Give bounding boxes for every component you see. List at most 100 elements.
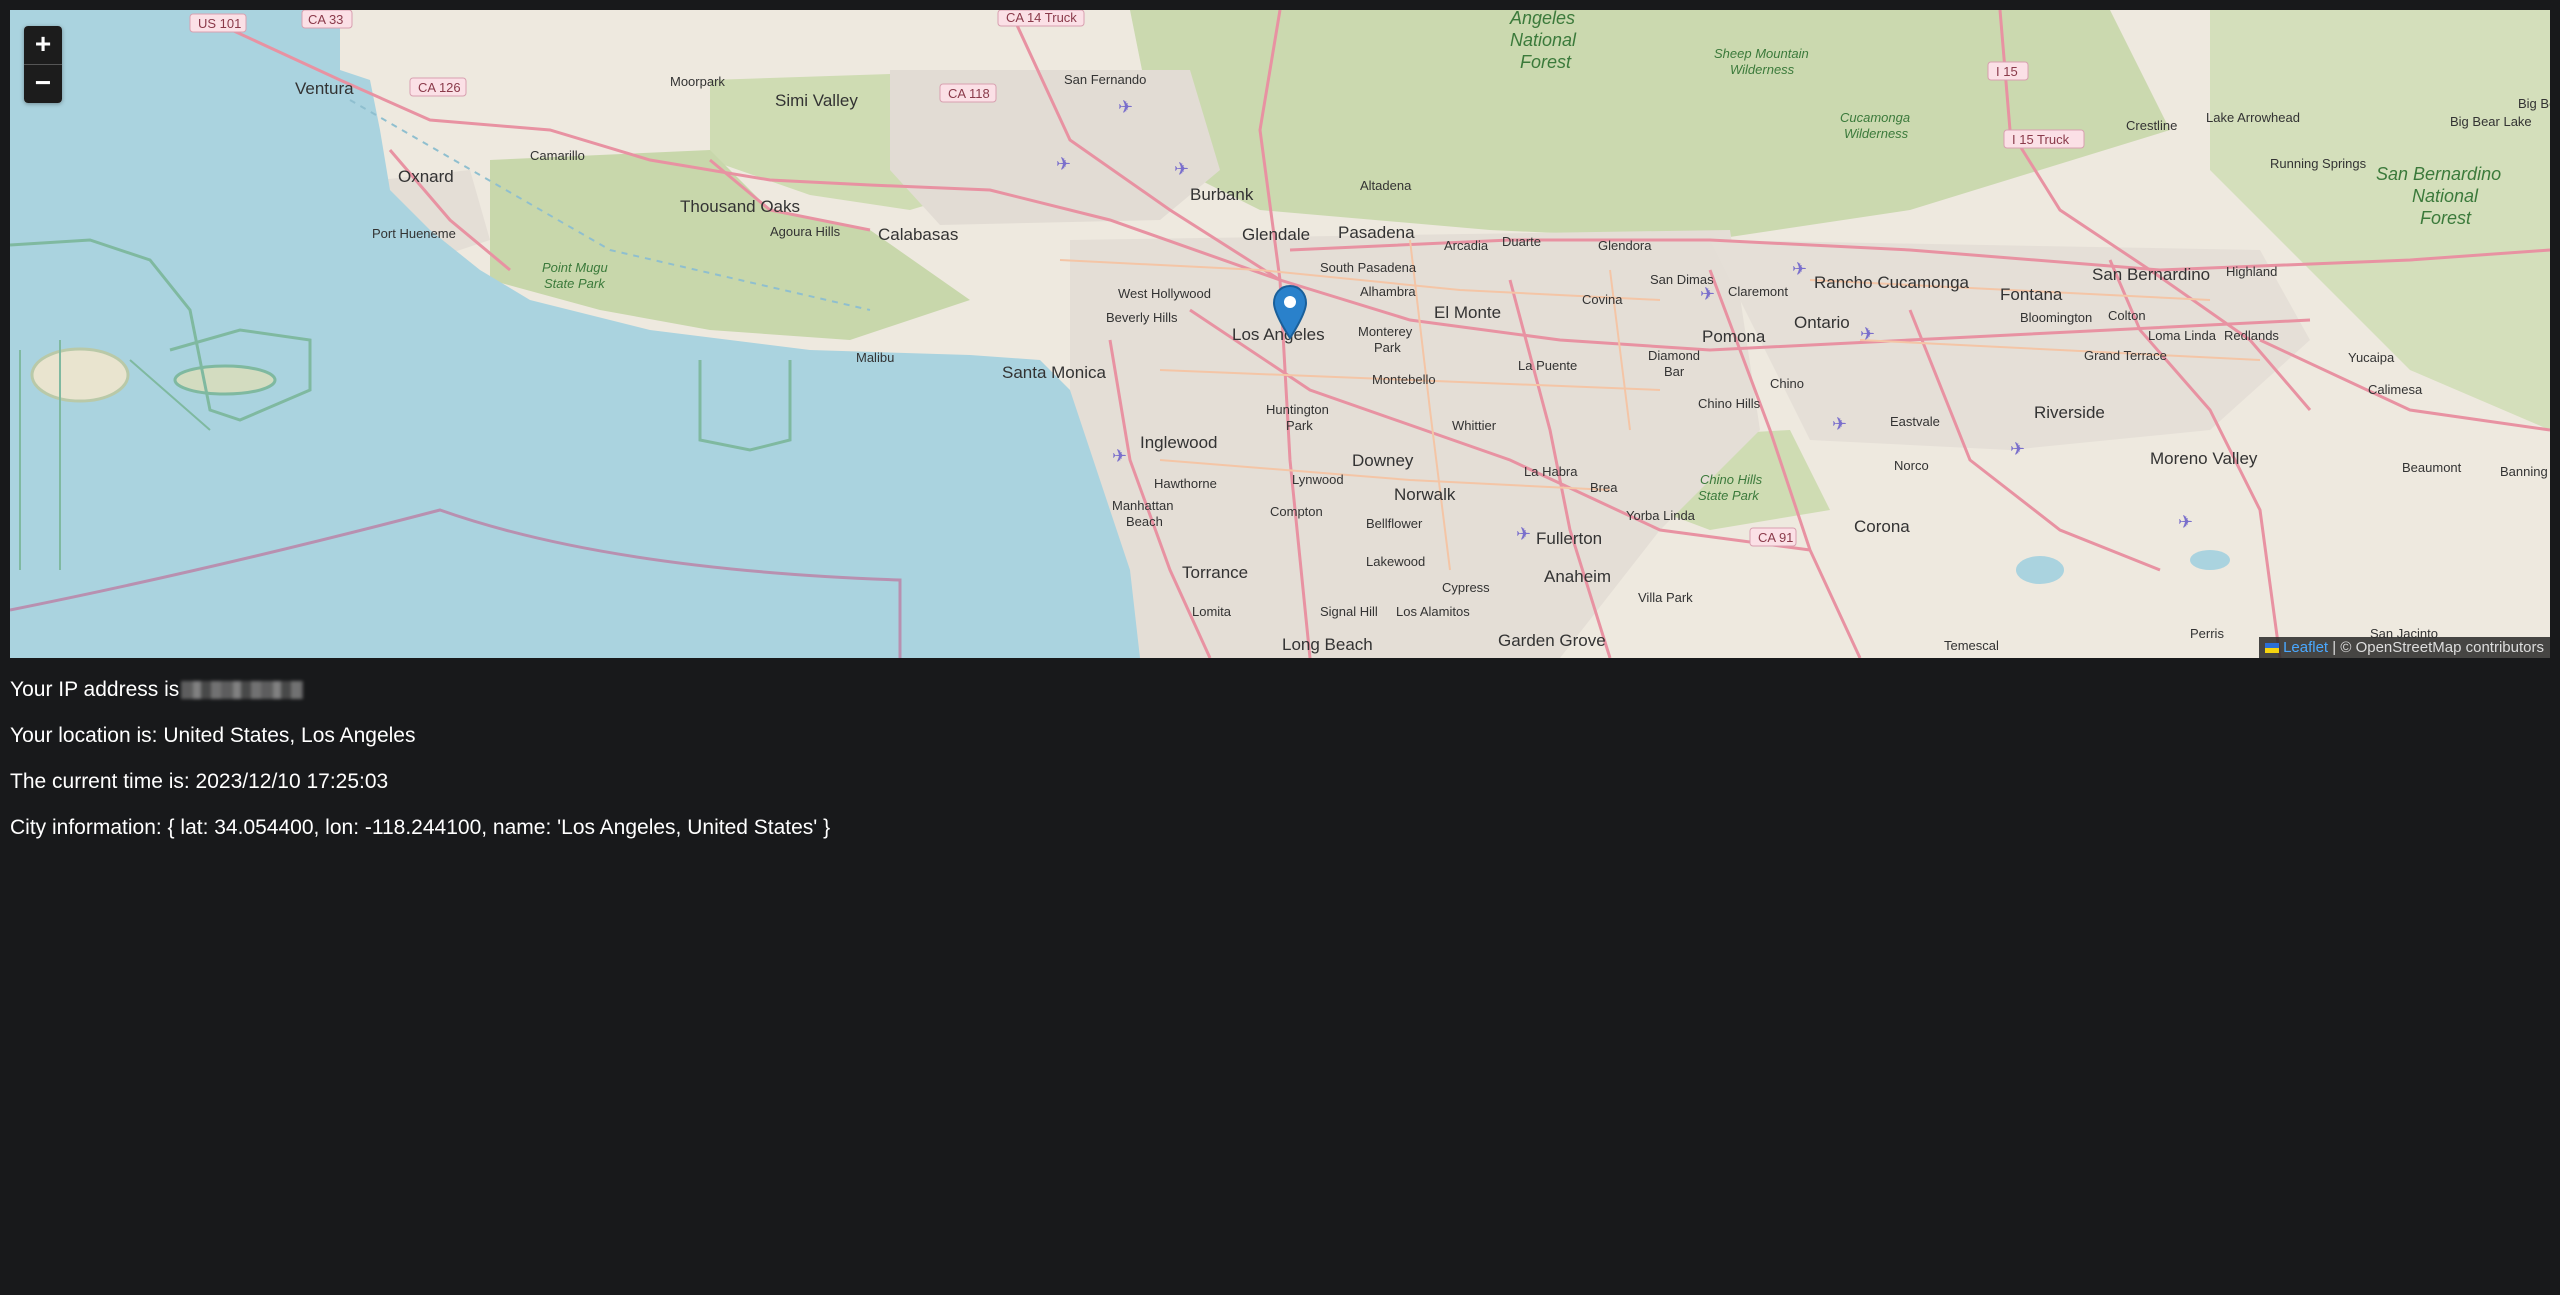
airport-icon: ✈ [1700,284,1715,305]
airport-icon: ✈ [1112,446,1127,467]
place-label: La Puente [1518,358,1577,373]
place-label: Pasadena [1338,223,1415,242]
place-label: State Park [544,276,606,291]
place-label: Signal Hill [1320,604,1378,619]
place-label: Pomona [1702,327,1766,346]
place-label: Claremont [1728,284,1788,299]
place-label: Beach [1126,514,1163,529]
place-label: Lake Arrowhead [2206,110,2300,125]
attribution-separator: | [2328,639,2341,656]
place-label: Bar [1664,364,1685,379]
place-label: Angeles [1509,10,1575,28]
place-label: Burbank [1190,185,1254,204]
airport-icon: ✈ [1118,97,1133,118]
airport-icon: ✈ [1056,154,1071,175]
place-label: Agoura Hills [770,224,841,239]
place-label: Hawthorne [1154,476,1217,491]
redacted-ip [181,681,304,700]
place-label: Glendale [1242,225,1310,244]
zoom-control: + − [24,26,62,103]
place-label: Montebello [1372,372,1436,387]
place-label: Downey [1352,451,1414,470]
place-label: Forest [2420,208,2472,228]
place-label: Monterey [1358,324,1413,339]
leaflet-link[interactable]: Leaflet [2283,639,2328,656]
map-attribution: Leaflet | © OpenStreetMap contributors [2259,637,2550,658]
place-label: Huntington [1266,402,1329,417]
zoom-out-button[interactable]: − [24,64,62,103]
place-label: Banning [2500,464,2548,479]
place-label: Fullerton [1536,529,1602,548]
city-info-line: City information: { lat: 34.054400, lon:… [10,816,831,839]
place-label: Chino Hills [1700,472,1763,487]
place-label: Loma Linda [2148,328,2217,343]
place-label: Long Beach [1282,635,1373,654]
place-label: Norco [1894,458,1929,473]
place-label: Chino [1770,376,1804,391]
place-label: La Habra [1524,464,1578,479]
place-label: Highland [2226,264,2277,279]
airport-icon: ✈ [1516,524,1531,545]
place-label: West Hollywood [1118,286,1211,301]
place-label: San Fernando [1064,72,1146,87]
place-label: Bloomington [2020,310,2092,325]
airport-icon: ✈ [1792,259,1807,280]
place-label: Park [1374,340,1401,355]
place-label: Redlands [2224,328,2279,343]
place-label: Simi Valley [775,91,858,110]
place-label: Sheep Mountain [1714,46,1809,61]
place-label: Whittier [1452,418,1497,433]
place-label: Big Be [2518,96,2550,111]
airport-icon: ✈ [2178,512,2193,533]
map-pin-icon[interactable] [1272,284,1308,340]
airport-icon: ✈ [1832,414,1847,435]
place-label: Perris [2190,626,2224,641]
place-label: Manhattan [1112,498,1173,513]
place-label: Diamond [1648,348,1700,363]
place-label: Torrance [1182,563,1248,582]
place-label: Grand Terrace [2084,348,2167,363]
place-label: Compton [1270,504,1323,519]
place-label: State Park [1698,488,1760,503]
place-label: Ventura [295,79,354,98]
place-label: Yorba Linda [1626,508,1696,523]
place-label: Calimesa [2368,382,2423,397]
place-label: Colton [2108,308,2146,323]
shield-ca91: CA 91 [1758,530,1793,545]
place-label: National [1510,30,1577,50]
place-label: Running Springs [2270,156,2367,171]
place-label: Rancho Cucamonga [1814,273,1970,292]
place-label: Beverly Hills [1106,310,1178,325]
location-line: Your location is: United States, Los Ang… [10,724,416,747]
airport-icon: ✈ [2010,439,2025,460]
place-label: Brea [1590,480,1618,495]
place-label: Park [1286,418,1313,433]
place-label: Santa Monica [1002,363,1106,382]
place-label: Oxnard [398,167,454,186]
shield-i15: I 15 [1996,64,2018,79]
place-label: South Pasadena [1320,260,1417,275]
place-label: National [2412,186,2479,206]
place-label: Port Hueneme [372,226,456,241]
place-label: Moorpark [670,74,725,89]
place-label: Moreno Valley [2150,449,2258,468]
map-container[interactable]: US 101 CA 33 CA 14 Truck CA 126 CA 118 I… [10,10,2550,658]
place-label: Cypress [1442,580,1490,595]
place-label: Bellflower [1366,516,1423,531]
place-label: Big Bear Lake [2450,114,2532,129]
place-label: Norwalk [1394,485,1456,504]
place-label: Lomita [1192,604,1232,619]
place-label: Crestline [2126,118,2177,133]
place-label: Beaumont [2402,460,2462,475]
place-label: Camarillo [530,148,585,163]
shield-ca33: CA 33 [308,12,343,27]
place-label: Garden Grove [1498,631,1606,650]
zoom-in-button[interactable]: + [24,26,62,64]
shield-ca126: CA 126 [418,80,461,95]
ukraine-flag-icon [2265,643,2280,654]
place-label: Covina [1582,292,1623,307]
osm-attribution: © OpenStreetMap contributors [2340,639,2544,656]
place-label: Temescal [1944,638,1999,653]
place-label: San Bernardino [2376,164,2501,184]
place-label: Altadena [1360,178,1412,193]
